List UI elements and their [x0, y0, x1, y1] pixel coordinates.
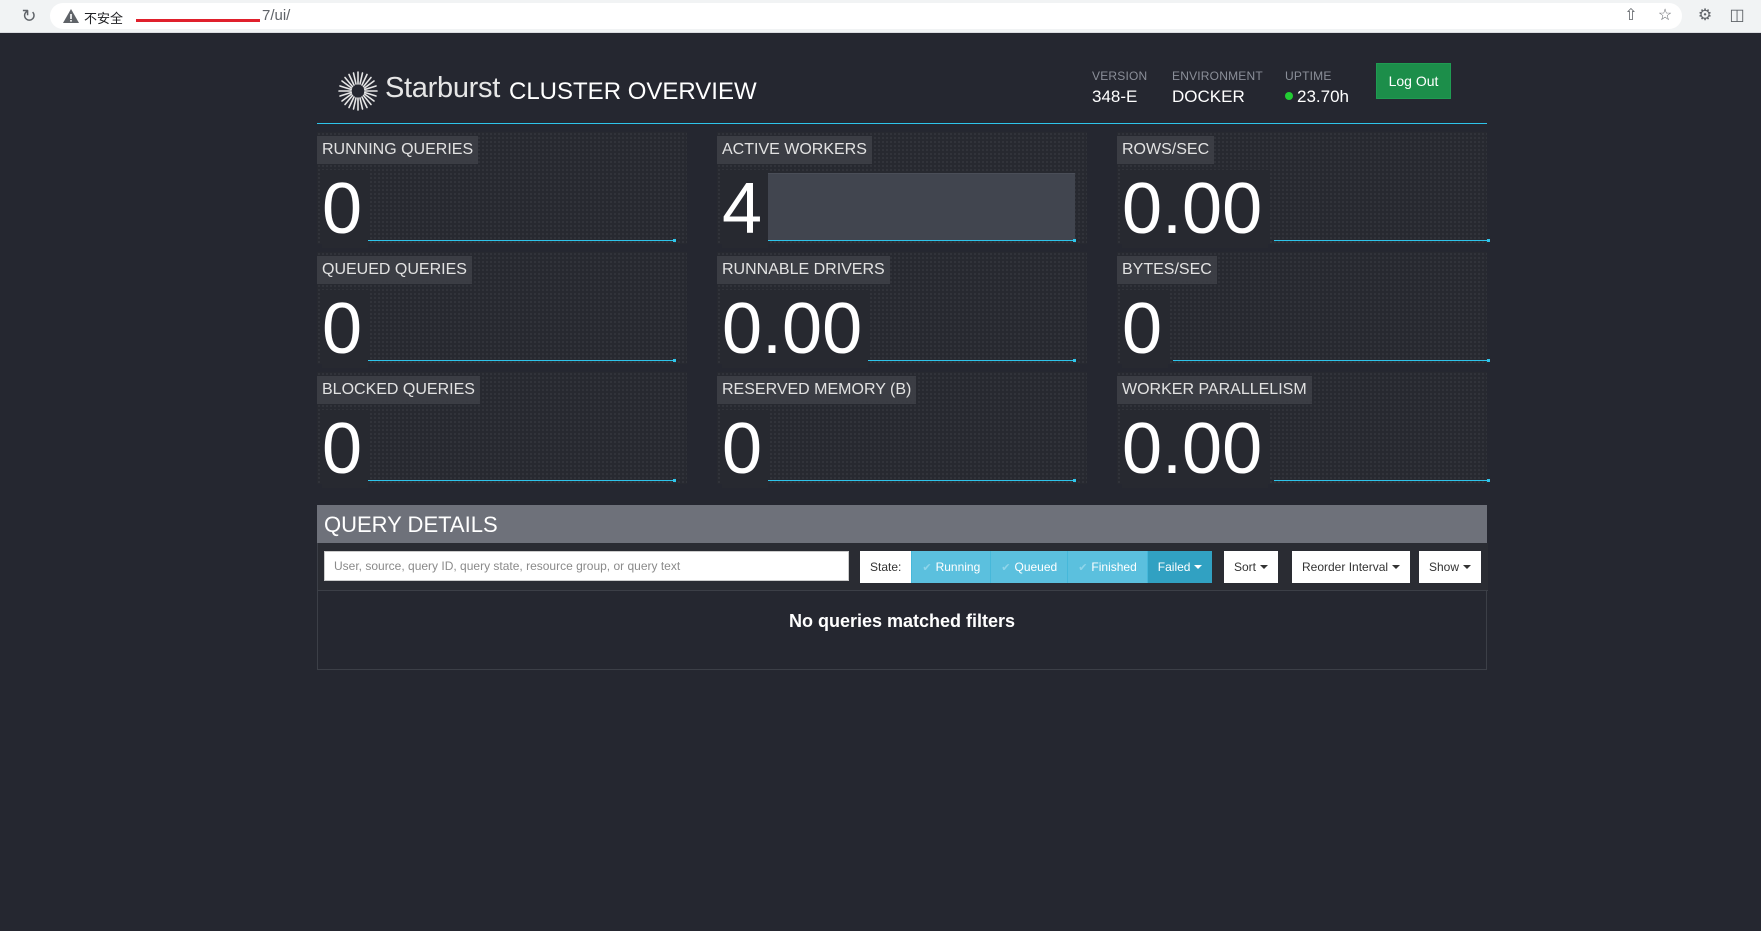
warning-icon — [63, 9, 79, 23]
caret-down-icon — [1392, 565, 1401, 569]
sparkline — [359, 359, 676, 362]
sort-dropdown[interactable]: Sort — [1224, 551, 1279, 583]
cluster-header: Starburst CLUSTER OVERVIEW VERSION 348-E… — [317, 63, 1487, 124]
metric-value: 4 — [722, 170, 769, 248]
metric-value: 0.00 — [1122, 410, 1269, 488]
version-value: 348-E — [1092, 87, 1138, 106]
logout-button[interactable]: Log Out — [1376, 63, 1451, 99]
check-icon: ✔ — [1078, 562, 1088, 574]
sparkline — [359, 479, 676, 482]
state-running-button[interactable]: ✔ Running — [911, 551, 991, 583]
sparkline — [759, 239, 1076, 242]
version-label: VERSION — [1092, 69, 1148, 83]
logo-text: Starburst — [385, 72, 500, 104]
metric-label: ACTIVE WORKERS — [717, 136, 872, 164]
reorder-label: Reorder Interval — [1302, 560, 1389, 574]
metric-label: ROWS/SEC — [1117, 136, 1215, 164]
metric-blocked-queries: BLOCKED QUERIES 0 — [317, 372, 687, 488]
reorder-interval-dropdown[interactable]: Reorder Interval — [1292, 551, 1411, 583]
environment-value: DOCKER — [1172, 87, 1245, 106]
sparkline — [1274, 479, 1490, 482]
sparkline — [860, 359, 1076, 362]
state-filter-group: State: ✔ Running ✔ Queued ✔ Finished Failed — [860, 551, 1213, 583]
show-dropdown[interactable]: Show — [1419, 551, 1482, 583]
state-running-label: Running — [935, 560, 981, 574]
metric-label: RUNNING QUERIES — [317, 136, 479, 164]
query-details-title: QUERY DETAILS — [324, 512, 498, 537]
metric-value: 0 — [322, 410, 369, 488]
page-title: CLUSTER OVERVIEW — [509, 78, 757, 105]
state-label: State: — [860, 551, 912, 583]
caret-down-icon — [1194, 565, 1203, 569]
starburst-logo-icon — [338, 71, 378, 111]
query-search-input[interactable] — [324, 551, 849, 581]
sparkline — [1274, 239, 1490, 242]
metric-value: 0 — [722, 410, 769, 488]
metric-running-queries: RUNNING QUERIES 0 — [317, 132, 687, 248]
status-dot-icon — [1285, 92, 1293, 100]
check-icon: ✔ — [922, 562, 932, 574]
share-icon[interactable]: ⇧ — [1620, 5, 1642, 27]
metric-label: WORKER PARALLELISM — [1117, 376, 1312, 404]
environment-stat: ENVIRONMENT DOCKER — [1172, 69, 1263, 107]
uptime-label: UPTIME — [1285, 69, 1332, 83]
state-finished-label: Finished — [1091, 560, 1137, 574]
metric-label: RESERVED MEMORY (B) — [717, 376, 917, 404]
address-bar[interactable]: 不安全 7/ui/ — [50, 3, 1682, 29]
environment-label: ENVIRONMENT — [1172, 69, 1263, 83]
filter-bar: State: ✔Running ✔Queued ✔Finished Failed… — [318, 543, 1488, 591]
metric-label: RUNNABLE DRIVERS — [717, 256, 890, 284]
metric-value: 0 — [1122, 290, 1169, 368]
uptime-stat: UPTIME 23.70h — [1285, 69, 1349, 107]
metric-label: BYTES/SEC — [1117, 256, 1217, 284]
empty-state-message: No queries matched filters — [788, 611, 1016, 631]
query-details-header: QUERY DETAILS — [317, 505, 1487, 543]
caret-down-icon — [1260, 565, 1269, 569]
sidepanel-icon[interactable]: ◫ — [1726, 5, 1748, 27]
metric-reserved-memory: RESERVED MEMORY (B) 0 — [717, 372, 1087, 488]
security-label: 不安全 — [84, 11, 124, 26]
uptime-text: 23.70h — [1297, 87, 1349, 106]
state-failed-dropdown[interactable]: Failed — [1146, 551, 1213, 583]
metric-worker-parallelism: WORKER PARALLELISM 0.00 — [1117, 372, 1490, 488]
metric-value: 0.00 — [722, 290, 869, 368]
uptime-value: 23.70h — [1285, 87, 1349, 107]
metric-active-workers: ACTIVE WORKERS 4 — [717, 132, 1087, 248]
url-path: 7/ui/ — [262, 7, 291, 24]
check-icon: ✔ — [1001, 562, 1011, 574]
metric-runnable-drivers: RUNNABLE DRIVERS 0.00 — [717, 252, 1087, 368]
state-queued-label: Queued — [1014, 560, 1058, 574]
star-icon[interactable]: ☆ — [1654, 5, 1676, 27]
state-finished-button[interactable]: ✔ Finished — [1067, 551, 1147, 583]
version-stat: VERSION 348-E — [1092, 69, 1147, 107]
metric-value: 0.00 — [1122, 170, 1269, 248]
query-details-panel: State: ✔Running ✔Queued ✔Finished Failed… — [317, 543, 1488, 670]
caret-down-icon — [1463, 565, 1472, 569]
state-queued-button[interactable]: ✔ Queued — [990, 551, 1068, 583]
browser-toolbar: ↻ 不安全 7/ui/ ⇧ ☆ ⚙ ◫ — [0, 0, 1761, 33]
extensions-icon[interactable]: ⚙ — [1694, 5, 1716, 27]
sparkline — [359, 239, 676, 242]
sparkline-area — [759, 173, 1075, 241]
metric-queued-queries: QUEUED QUERIES 0 — [317, 252, 687, 368]
sparkline — [1173, 359, 1490, 362]
metric-bytes-per-sec: BYTES/SEC 0 — [1117, 252, 1490, 368]
sparkline — [759, 479, 1076, 482]
metric-label: QUEUED QUERIES — [317, 256, 472, 284]
reload-icon[interactable]: ↻ — [18, 5, 40, 27]
url-text: 7/ui/ — [136, 7, 290, 24]
metric-value: 0 — [322, 170, 369, 248]
metric-label: BLOCKED QUERIES — [317, 376, 480, 404]
show-label: Show — [1429, 560, 1460, 574]
sort-label: Sort — [1234, 560, 1257, 574]
redacted-host — [136, 10, 260, 23]
metric-value: 0 — [322, 290, 369, 368]
state-failed-label: Failed — [1157, 560, 1191, 574]
metric-rows-per-sec: ROWS/SEC 0.00 — [1117, 132, 1490, 248]
